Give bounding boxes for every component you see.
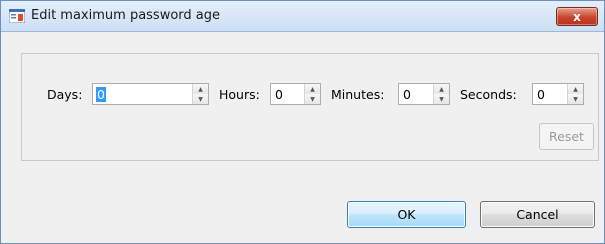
hours-spinbox[interactable]: 0 ▲ ▼ (270, 83, 321, 105)
minutes-spin-arrows: ▲ ▼ (433, 84, 449, 104)
duration-group: Days: 0 ▲ ▼ Hours: 0 ▲ ▼ Minutes: 0 ▲ ▼ … (21, 53, 599, 161)
window-title: Edit maximum password age (31, 8, 221, 23)
seconds-spin-arrows: ▲ ▼ (567, 84, 583, 104)
days-spin-arrows: ▲ ▼ (192, 84, 208, 104)
days-spinbox[interactable]: 0 ▲ ▼ (92, 83, 209, 105)
hours-value[interactable]: 0 (275, 87, 283, 102)
seconds-value[interactable]: 0 (537, 87, 545, 102)
hours-label: Hours: (219, 87, 260, 102)
duration-fields-row: Days: 0 ▲ ▼ Hours: 0 ▲ ▼ Minutes: 0 ▲ ▼ … (22, 83, 598, 105)
seconds-label: Seconds: (460, 87, 517, 102)
close-button[interactable]: x (556, 7, 598, 26)
reset-button[interactable]: Reset (539, 123, 594, 150)
days-label: Days: (47, 87, 83, 102)
dialog-window: Edit maximum password age x Days: 0 ▲ ▼ … (0, 0, 605, 244)
hours-spin-arrows: ▲ ▼ (304, 84, 320, 104)
days-value[interactable]: 0 (96, 87, 106, 102)
chevron-down-icon[interactable]: ▼ (568, 94, 583, 104)
close-icon: x (573, 9, 581, 24)
seconds-spinbox[interactable]: 0 ▲ ▼ (532, 83, 584, 105)
chevron-down-icon[interactable]: ▼ (305, 94, 320, 104)
title-bar[interactable]: Edit maximum password age x (1, 1, 604, 32)
dialog-window-icon (8, 8, 26, 24)
minutes-spinbox[interactable]: 0 ▲ ▼ (398, 83, 450, 105)
minutes-label: Minutes: (331, 87, 385, 102)
cancel-button[interactable]: Cancel (480, 201, 595, 228)
minutes-value[interactable]: 0 (403, 87, 411, 102)
chevron-down-icon[interactable]: ▼ (434, 94, 449, 104)
chevron-down-icon[interactable]: ▼ (193, 94, 208, 104)
ok-button[interactable]: OK (347, 201, 466, 228)
